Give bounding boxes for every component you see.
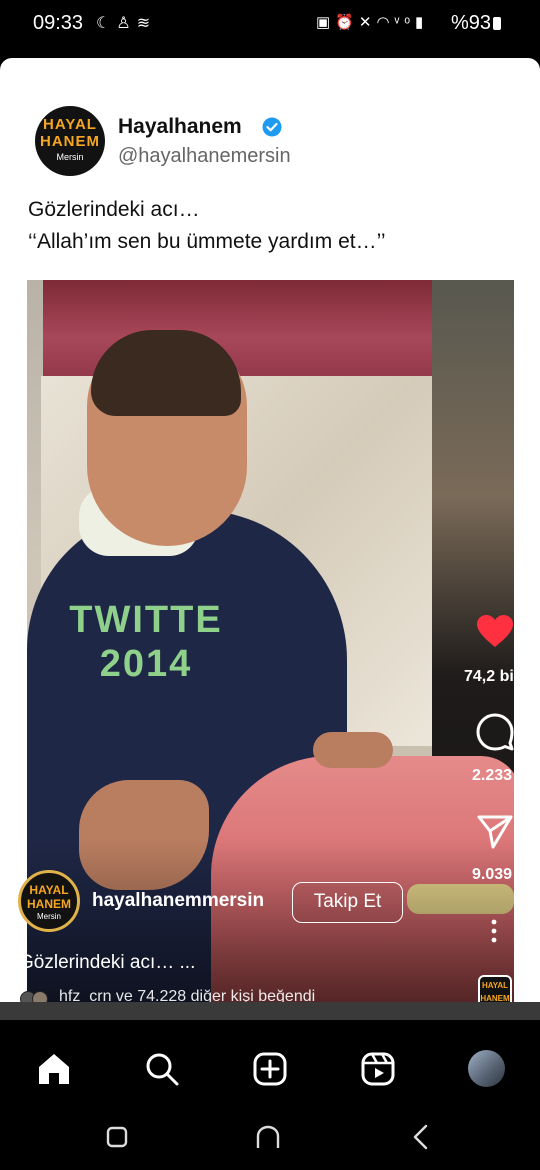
wifi-icon: ◠ (376, 14, 395, 31)
home-button-icon[interactable] (255, 1124, 281, 1150)
bottom-navigation (0, 1034, 540, 1104)
video-boy-hand-right (313, 732, 393, 768)
comment-count: 2.233 (472, 767, 513, 784)
status-right-icons: ▣⏰✕◠ᵛᵒ▮ (316, 13, 428, 31)
share-count: 9.039 (472, 866, 513, 883)
cell-signal-icon: ▮ (415, 14, 429, 31)
search-icon[interactable] (144, 1051, 180, 1087)
alarm-icon: ⏰ (335, 14, 359, 31)
status-left-icons: ☾♙≋ (96, 13, 156, 33)
recent-apps-icon[interactable] (104, 1124, 130, 1150)
post-text-line2: ‘‘Allah’ım sen bu ümmete yardım et…’’ (28, 230, 386, 253)
more-options-icon[interactable] (484, 918, 504, 944)
logo-line2: HANEM (40, 133, 100, 150)
video-bottom-gradient (27, 840, 514, 1004)
home-icon[interactable] (36, 1051, 72, 1087)
account-handle[interactable]: @hayalhanemersin (118, 145, 291, 168)
reel-username[interactable]: hayalhanemmersin (92, 890, 264, 912)
reel-logo-line3: Mersin (36, 912, 61, 921)
battery-icon (493, 17, 502, 30)
heart-icon[interactable] (476, 614, 514, 648)
status-bar: 09:33 ☾♙≋ ▣⏰✕◠ᵛᵒ▮ %93 (0, 0, 540, 48)
reel-caption[interactable]: Gözlerindeki acı… ... (19, 952, 195, 974)
moon-icon: ☾ (96, 15, 117, 32)
logo-line3: Mersin (56, 152, 84, 162)
signal-waves-icon: ≋ (136, 15, 157, 32)
mute-icon: ✕ (358, 14, 377, 31)
person-icon: ♙ (116, 15, 137, 32)
camera-icon[interactable] (476, 64, 510, 94)
account-name[interactable]: Hayalhanem (118, 115, 242, 139)
reels-title: Reels (103, 64, 173, 94)
share-icon[interactable] (476, 814, 514, 850)
battery-percent: %93 (451, 12, 492, 34)
post-card: Reels HAYAL HANEM Mersin Hayalhanem @hay… (0, 58, 540, 1020)
shirt-print-line1: TWITTE (69, 599, 223, 641)
reel-logo-line1: HAYAL (29, 883, 69, 897)
comment-icon[interactable] (476, 713, 514, 751)
system-navigation (0, 1104, 540, 1170)
like-count: 74,2 bin (464, 668, 524, 685)
verified-badge-icon (262, 117, 282, 137)
back-button-icon[interactable] (408, 1124, 434, 1150)
reels-header: Reels (0, 58, 540, 102)
shirt-print-line2: 2014 (99, 643, 193, 685)
volte-icon: ᵛᵒ (394, 14, 416, 31)
post-text-line1: Gözlerindeki acı… (28, 198, 200, 221)
status-time: 09:33 (33, 12, 84, 34)
profile-avatar[interactable] (468, 1050, 505, 1087)
lock-icon: ▣ (316, 14, 336, 31)
create-icon[interactable] (252, 1051, 288, 1087)
reel-logo-line2: HANEM (27, 897, 71, 911)
reels-icon[interactable] (360, 1051, 396, 1087)
reel-author-avatar[interactable]: HAYAL HANEM Mersin (18, 870, 80, 932)
logo-line1: HAYAL (43, 116, 97, 133)
follow-button[interactable]: Takip Et (292, 882, 403, 923)
card-bottom-strip (0, 1002, 540, 1020)
back-arrow-icon[interactable] (24, 64, 58, 98)
battery-indicator: %93 (451, 12, 502, 35)
account-avatar[interactable]: HAYAL HANEM Mersin (35, 106, 105, 176)
video-shirt-print: TWITTE 2014 (41, 598, 251, 686)
